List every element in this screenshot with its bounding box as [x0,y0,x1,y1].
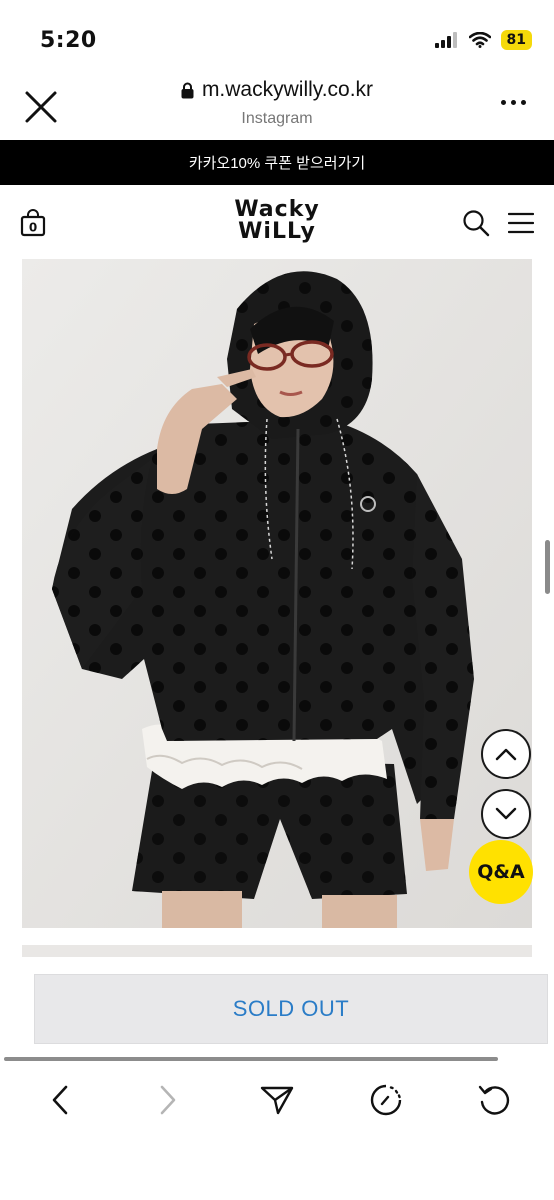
wifi-icon [468,32,491,48]
promo-text: 카카오10% 쿠폰 받으러가기 [188,155,366,172]
status-icons: 81 [434,30,532,50]
battery-indicator: 81 [500,30,532,50]
site-header: 0 Wacky WiLLy [0,185,554,259]
more-icon[interactable] [501,100,526,105]
scrollbar-thumb[interactable] [545,540,550,594]
share-button[interactable] [257,1080,297,1120]
url-text: m.wackywilly.co.kr [201,78,374,101]
browser-bar: m.wackywilly.co.kr Instagram [0,70,554,140]
scroll-down-button[interactable] [481,789,531,839]
status-time: 5:20 [40,28,97,53]
promo-banner[interactable]: 카카오10% 쿠폰 받으러가기 [0,140,554,185]
scroll-up-button[interactable] [481,729,531,779]
status-bar: 5:20 81 [0,0,554,80]
sold-out-button[interactable]: SOLD OUT [34,974,548,1044]
forward-icon [160,1085,176,1115]
url-source: Instagram [241,109,313,127]
back-icon [52,1085,68,1115]
search-icon[interactable] [462,209,490,237]
menu-icon[interactable] [508,211,534,235]
chevron-up-icon [495,748,517,761]
next-image-preview [22,945,532,957]
forward-button[interactable] [148,1080,188,1120]
product-image[interactable] [22,259,532,928]
reload-button[interactable] [474,1080,514,1120]
back-button[interactable] [40,1080,80,1120]
toolbar-progress-line [4,1057,498,1061]
qa-button[interactable]: Q&A [469,840,533,904]
reload-icon [478,1085,510,1115]
address-area[interactable]: m.wackywilly.co.kr Instagram [0,78,554,128]
lock-icon [181,82,194,98]
browser-toolbar [0,1070,554,1130]
history-button[interactable] [366,1080,406,1120]
signal-icon [434,32,457,48]
history-icon [370,1084,402,1116]
share-icon [260,1086,294,1115]
chevron-down-icon [495,807,517,820]
